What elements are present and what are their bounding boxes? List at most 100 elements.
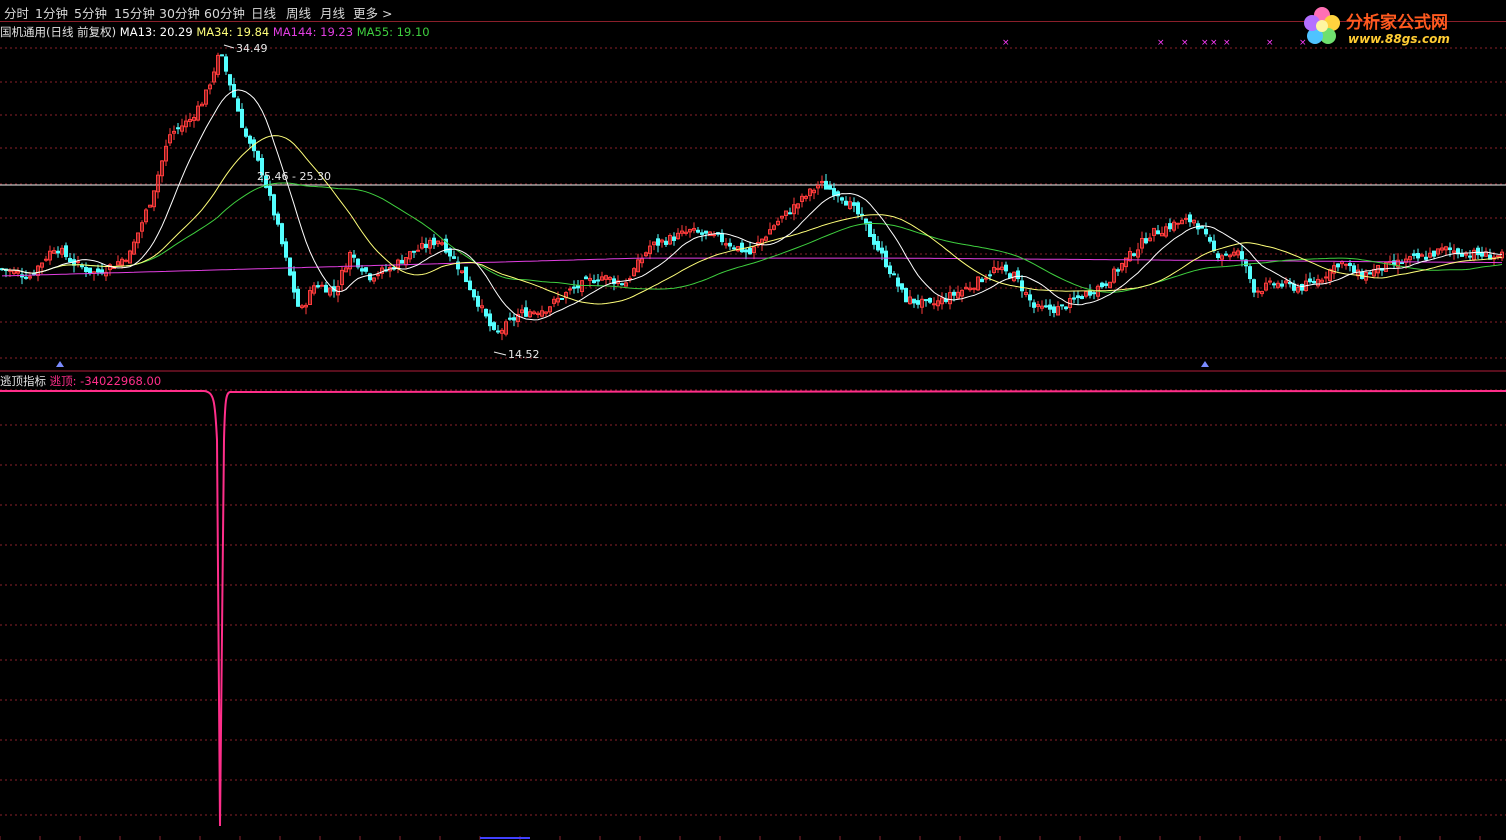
candle-body bbox=[1476, 247, 1480, 256]
candle-body bbox=[248, 135, 252, 144]
candle-body bbox=[400, 259, 404, 264]
candle-body bbox=[24, 276, 28, 279]
candle-body bbox=[1032, 302, 1036, 308]
candle-body bbox=[852, 202, 856, 206]
candle-body bbox=[980, 278, 984, 283]
candle-body bbox=[68, 258, 72, 263]
candle-body bbox=[1424, 256, 1428, 260]
candle-body bbox=[1272, 283, 1276, 286]
candle-body bbox=[464, 266, 468, 283]
hline-price-label: 25.46 - 25.30 bbox=[257, 170, 331, 183]
candle-body bbox=[1496, 255, 1500, 258]
candle-body bbox=[1336, 263, 1340, 268]
candle-body bbox=[432, 237, 436, 246]
candle-body bbox=[984, 277, 988, 280]
candle-body bbox=[424, 243, 428, 248]
candle-body bbox=[1044, 305, 1048, 308]
signal-x-icon: × bbox=[1201, 38, 1209, 48]
candle-body bbox=[892, 273, 896, 276]
candle-body bbox=[888, 265, 892, 275]
candle-body bbox=[1348, 263, 1352, 266]
indicator-line bbox=[0, 390, 1506, 827]
candle-body bbox=[1008, 273, 1012, 279]
candle-body bbox=[44, 258, 48, 261]
candle-body bbox=[1004, 264, 1008, 272]
candle-body bbox=[1020, 280, 1024, 292]
candle-body bbox=[620, 283, 624, 286]
candle-body bbox=[1072, 297, 1076, 300]
candle-body bbox=[64, 245, 68, 258]
grid-lines bbox=[0, 47, 1506, 816]
candle-body bbox=[1116, 269, 1120, 272]
candle-body bbox=[672, 236, 676, 241]
candle-body bbox=[1052, 306, 1056, 314]
candle-body bbox=[576, 284, 580, 289]
candle-body bbox=[720, 232, 724, 243]
candle-body bbox=[512, 317, 516, 321]
candle-body bbox=[1204, 228, 1208, 235]
up-arrow-icon bbox=[1201, 361, 1209, 367]
ma55-line bbox=[1, 182, 1503, 293]
candle-body bbox=[1060, 304, 1064, 307]
candle-body bbox=[472, 289, 476, 298]
candle-body bbox=[932, 303, 936, 306]
candle-body bbox=[904, 287, 908, 303]
candle-body bbox=[1252, 279, 1256, 293]
candle-body bbox=[412, 250, 416, 253]
candle-body bbox=[320, 284, 324, 287]
candle-body bbox=[592, 280, 596, 284]
candle-body bbox=[124, 259, 128, 262]
candle-body bbox=[844, 200, 848, 206]
candle-body bbox=[884, 250, 888, 268]
candle-body bbox=[744, 249, 748, 253]
candle-body bbox=[484, 308, 488, 317]
candle-body bbox=[712, 234, 716, 237]
candle-body bbox=[840, 197, 844, 201]
candle-body bbox=[364, 267, 368, 272]
candle-body bbox=[1104, 283, 1108, 286]
candle-body bbox=[1480, 252, 1484, 257]
ma34-line bbox=[1, 135, 1503, 305]
candle-body bbox=[1224, 253, 1228, 256]
candle-body bbox=[1344, 263, 1348, 266]
candle-body bbox=[292, 271, 296, 293]
candle-body bbox=[1416, 252, 1420, 259]
candle-body bbox=[924, 299, 928, 302]
signal-x-icon: × bbox=[1223, 38, 1231, 48]
candle-body bbox=[240, 108, 244, 128]
candle-body bbox=[284, 241, 288, 258]
candle-body bbox=[572, 286, 576, 289]
candle-body bbox=[1368, 272, 1372, 275]
candle-body bbox=[568, 288, 572, 291]
candle-body bbox=[1064, 306, 1068, 310]
candle-body bbox=[452, 256, 456, 259]
x-axis-ticks bbox=[0, 836, 1481, 840]
candle-body bbox=[220, 54, 224, 57]
candle-body bbox=[76, 261, 80, 264]
candle-body bbox=[1048, 304, 1052, 310]
candle-body bbox=[280, 223, 284, 245]
signal-x-icon: × bbox=[1266, 38, 1274, 48]
candle-body bbox=[856, 202, 860, 215]
candle-body bbox=[900, 283, 904, 290]
chart-canvas[interactable]: 34.49 14.52 25.46 - 25.30 × × × × × × × × bbox=[0, 0, 1506, 840]
candle-body bbox=[268, 186, 272, 196]
candle-body bbox=[988, 274, 992, 277]
candle-body bbox=[176, 127, 180, 130]
candle-body bbox=[1092, 292, 1096, 295]
indicator-legend: 逃顶指标 逃顶: -34022968.00 bbox=[0, 373, 161, 389]
candle-body bbox=[1184, 217, 1188, 220]
candle-body bbox=[1132, 253, 1136, 256]
candle-body bbox=[296, 288, 300, 307]
candle-body bbox=[740, 242, 744, 253]
candle-body bbox=[376, 274, 380, 277]
candle-body bbox=[1028, 294, 1032, 301]
candle-body bbox=[832, 188, 836, 196]
candle-body bbox=[1256, 290, 1260, 293]
candle-body bbox=[416, 249, 420, 252]
low-pointer bbox=[493, 351, 507, 356]
candle-body bbox=[288, 257, 292, 276]
candle-body bbox=[1188, 214, 1192, 223]
candle-body bbox=[492, 322, 496, 330]
candle-body bbox=[880, 247, 884, 254]
